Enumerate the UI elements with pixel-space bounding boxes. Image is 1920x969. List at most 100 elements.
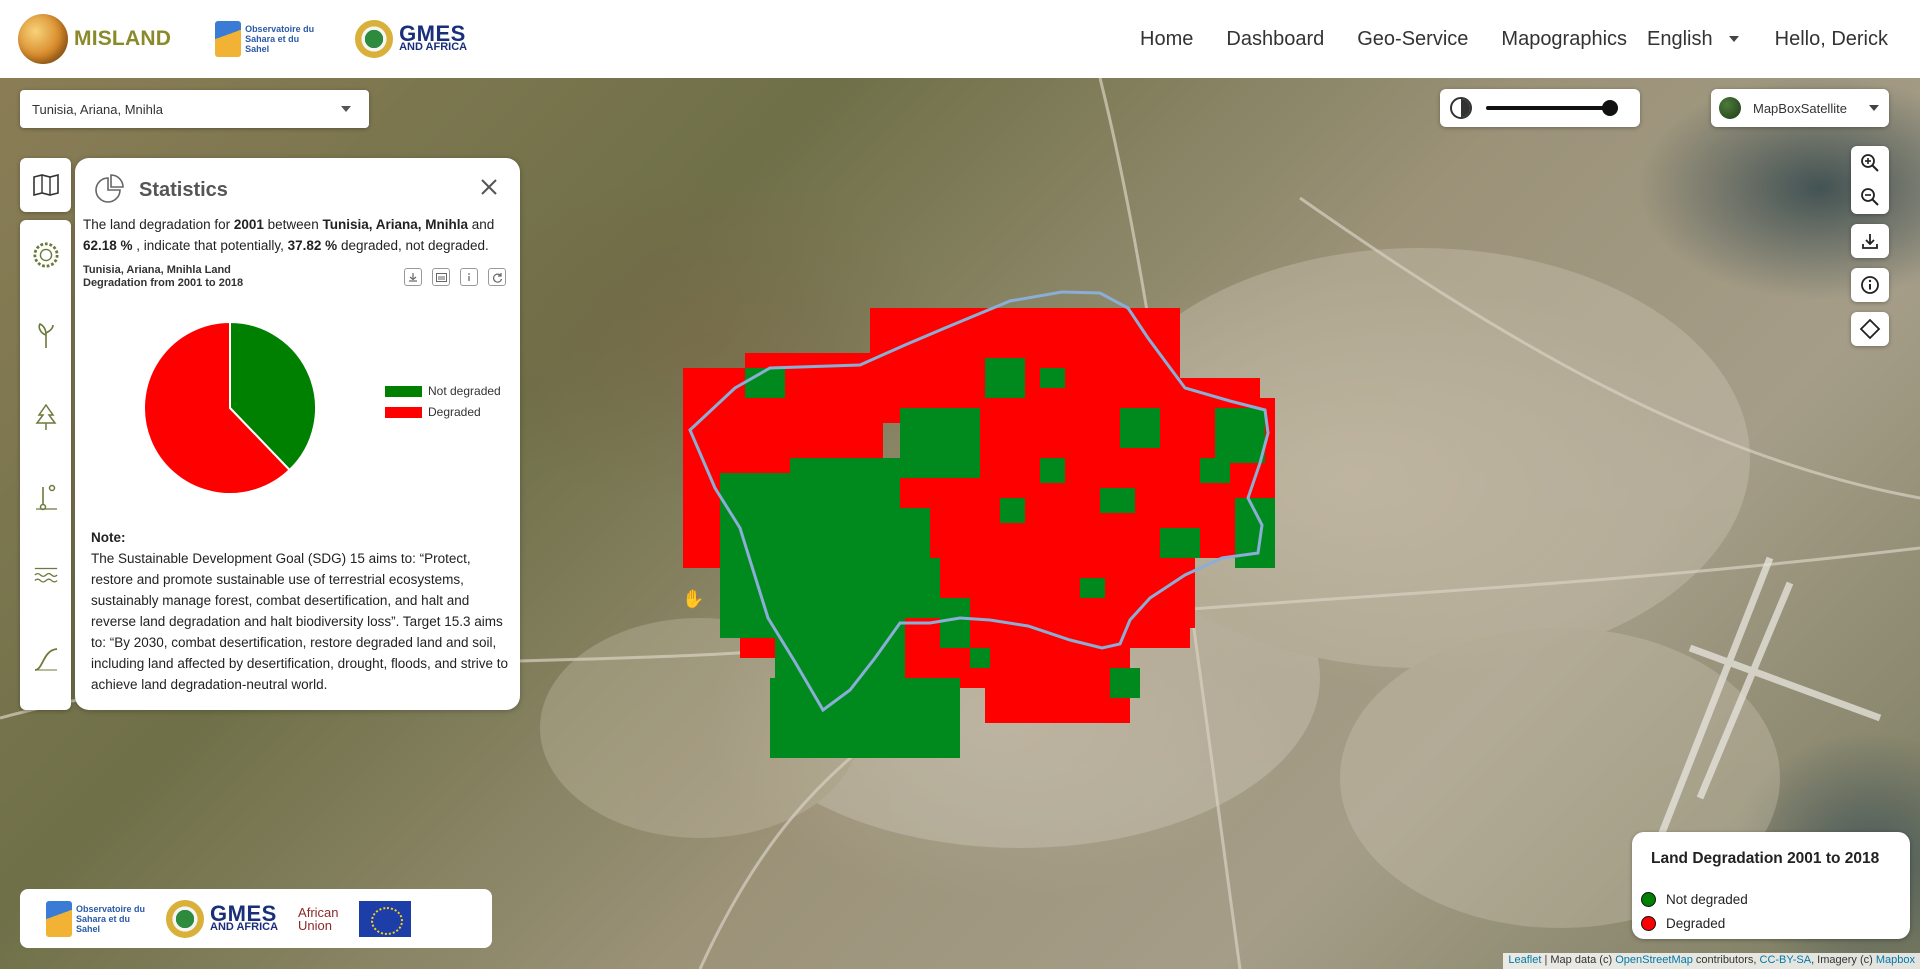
zoom-in-button[interactable] — [1851, 146, 1889, 180]
map-icon — [32, 174, 59, 196]
region-select[interactable]: Tunisia, Ariana, Mnihla — [20, 90, 369, 128]
pie-chart — [143, 320, 317, 495]
zoom-control — [1851, 146, 1889, 214]
legend-swatch — [385, 406, 422, 418]
chevron-down-icon — [1869, 105, 1879, 111]
sidebar-item-climate[interactable] — [33, 482, 59, 512]
chevron-down-icon — [341, 106, 351, 112]
brand-logo[interactable]: MISLAND — [18, 14, 171, 64]
pie-chart-icon — [95, 174, 124, 203]
oss-logo: Observatoire du Sahara et du Sahel — [215, 21, 319, 57]
main-nav: Home Dashboard Geo-Service Mapographics … — [1107, 0, 1920, 78]
oss-map-icon — [46, 900, 72, 937]
info-button[interactable] — [1851, 268, 1889, 302]
chart-info-button[interactable] — [460, 268, 478, 286]
chart-legend-item[interactable]: Degraded — [385, 405, 501, 419]
sun-icon — [33, 242, 59, 268]
info-icon — [1861, 276, 1879, 294]
leaflet-link[interactable]: Leaflet — [1508, 954, 1541, 966]
partner-footer: Observatoire du Sahara et du Sahel GMES … — [20, 889, 492, 948]
chart-legend-item[interactable]: Not degraded — [385, 384, 501, 398]
note-label: Note: — [91, 530, 126, 545]
chart-title: Tunisia, Ariana, Mnihla Land Degradation… — [83, 264, 244, 289]
partner-logos: Observatoire du Sahara et du Sahel GMES … — [215, 20, 467, 58]
legend-label: Degraded — [428, 405, 481, 419]
sidebar-item-forest[interactable] — [33, 402, 59, 432]
gmes-logo: GMES AND AFRICA — [355, 20, 467, 58]
legend-label: Not degraded — [428, 384, 501, 398]
polygon-draw-icon — [1859, 318, 1881, 340]
contrast-icon — [1450, 97, 1472, 119]
curve-icon — [34, 648, 58, 671]
download-icon — [409, 273, 417, 282]
user-menu[interactable]: Hello, Derick — [1775, 28, 1888, 51]
summary-region: Tunisia, Ariana, Mnihla — [322, 217, 468, 232]
note-text: The Sustainable Development Goal (SDG) 1… — [91, 551, 509, 692]
sidebar-item-water[interactable] — [33, 560, 59, 590]
chevron-down-icon — [1728, 36, 1739, 42]
nav-geo-service[interactable]: Geo-Service — [1357, 28, 1468, 51]
basemap-select-value: MapBoxSatellite — [1753, 100, 1847, 116]
oss-map-icon — [215, 21, 242, 57]
nav-home[interactable]: Home — [1140, 28, 1193, 51]
oss-logo: Observatoire du Sahara et du Sahel — [46, 900, 146, 937]
summary-percent-a: 62.18 % — [83, 238, 133, 253]
download-button[interactable] — [1851, 224, 1889, 258]
sidebar-item-trend[interactable] — [33, 644, 59, 674]
legend-dot-degraded — [1641, 916, 1656, 931]
cc-link[interactable]: CC-BY-SA — [1760, 954, 1812, 966]
language-value: English — [1647, 27, 1713, 50]
close-icon[interactable] — [480, 178, 498, 196]
globe-icon — [18, 14, 68, 64]
top-navbar: MISLAND Observatoire du Sahara et du Sah… — [0, 0, 1920, 78]
gmes-logo-subtitle: AND AFRICA — [399, 41, 468, 53]
map-attribution: Leaflet | Map data (c) OpenStreetMap con… — [1503, 953, 1920, 969]
statistics-title: Statistics — [139, 178, 228, 201]
language-select[interactable]: English — [1647, 28, 1739, 51]
sidebar-item-sdg[interactable] — [33, 240, 59, 270]
statistics-summary: The land degradation for 2001 between Tu… — [83, 217, 495, 253]
region-select-value: Tunisia, Ariana, Mnihla — [32, 101, 164, 117]
zoom-out-button[interactable] — [1851, 180, 1889, 214]
map-legend-item: Not degraded — [1641, 892, 1748, 907]
gmes-seal-icon — [355, 20, 394, 58]
mapbox-link[interactable]: Mapbox — [1876, 954, 1915, 966]
map-legend-title: Land Degradation 2001 to 2018 — [1651, 850, 1880, 867]
chart-toolbar — [404, 268, 506, 286]
statistics-panel: Statistics The land degradation for 2001… — [75, 158, 520, 710]
gmes-logo: GMES AND AFRICA — [166, 899, 279, 938]
african-union-logo: African Union — [298, 904, 339, 933]
refresh-icon — [492, 272, 502, 283]
info-icon — [468, 273, 470, 281]
gmes-logo-title: GMES — [399, 21, 466, 46]
sprout-icon — [38, 322, 54, 348]
oss-logo-text: Observatoire du Sahara et du Sahel — [76, 903, 146, 934]
summary-percent-b: 37.82 % — [287, 238, 338, 253]
hand-cursor-icon: ✋ — [682, 588, 704, 609]
legend-dot-not-degraded — [1641, 892, 1656, 907]
sidebar-map-button[interactable] — [20, 158, 71, 212]
layer-opacity-control — [1440, 89, 1640, 127]
basemap-thumbnail-icon — [1719, 97, 1741, 119]
osm-link[interactable]: OpenStreetMap — [1615, 954, 1693, 966]
draw-polygon-button[interactable] — [1851, 312, 1889, 346]
temperature-icon — [36, 484, 57, 511]
map-legend: Land Degradation 2001 to 2018 Not degrad… — [1632, 832, 1910, 939]
map-legend-item: Degraded — [1641, 916, 1725, 931]
nav-mapographics[interactable]: Mapographics — [1501, 28, 1627, 51]
download-icon — [1862, 234, 1878, 249]
chart-download-button[interactable] — [404, 268, 422, 286]
chart-legend: Not degraded Degraded — [385, 384, 501, 426]
chart-image-button[interactable] — [432, 268, 450, 286]
opacity-slider-thumb[interactable] — [1602, 100, 1618, 116]
gmes-logo-subtitle: AND AFRICA — [210, 920, 279, 933]
summary-year: 2001 — [233, 217, 264, 232]
legend-swatch — [385, 385, 422, 397]
chart-refresh-button[interactable] — [488, 268, 506, 286]
basemap-select[interactable]: MapBoxSatellite — [1711, 89, 1889, 127]
oss-logo-text: Observatoire du Sahara et du Sahel — [245, 24, 315, 54]
sidebar-item-vegetation[interactable] — [33, 320, 59, 350]
nav-dashboard[interactable]: Dashboard — [1226, 28, 1324, 51]
opacity-slider[interactable] — [1486, 100, 1618, 116]
zoom-out-icon — [1861, 188, 1879, 206]
